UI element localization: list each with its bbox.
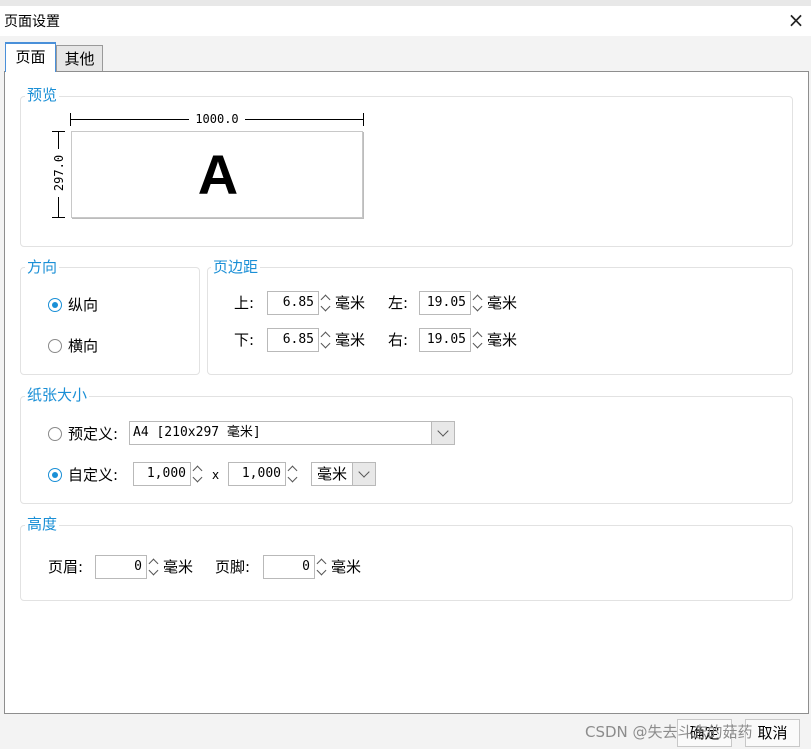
preview-sample-letter: A bbox=[197, 143, 239, 206]
margin-left-stepper[interactable] bbox=[471, 291, 485, 315]
margin-right-input[interactable]: 19.05 bbox=[419, 328, 471, 352]
margin-top-label: 上: bbox=[234, 294, 255, 312]
stepper-down-icon[interactable] bbox=[320, 301, 332, 314]
window-title: 页面设置 bbox=[4, 14, 60, 30]
footer-height-input[interactable]: 0 bbox=[263, 555, 315, 579]
width-dimension-tick-right bbox=[363, 113, 364, 126]
custom-unit-select[interactable]: 毫米 bbox=[311, 462, 353, 486]
custom-height-input[interactable]: 1,000 bbox=[228, 462, 286, 486]
title-bar: 页面设置 × bbox=[0, 6, 811, 36]
chevron-down-icon[interactable] bbox=[352, 462, 376, 486]
margin-bottom-value[interactable]: 6.85 bbox=[268, 329, 318, 351]
stepper-down-icon[interactable] bbox=[148, 565, 160, 578]
margins-group-title: 页边距 bbox=[211, 258, 261, 276]
margin-bottom-stepper[interactable] bbox=[319, 328, 333, 352]
predefined-paper-select[interactable]: A4 [210x297 毫米] bbox=[129, 421, 432, 445]
cancel-button[interactable]: 取消 bbox=[745, 719, 800, 747]
margins-group bbox=[207, 267, 793, 375]
paper-size-group-title: 纸张大小 bbox=[25, 386, 90, 404]
header-height-value[interactable]: 0 bbox=[96, 556, 146, 578]
footer-height-value[interactable]: 0 bbox=[264, 556, 314, 578]
header-height-stepper[interactable] bbox=[147, 555, 161, 579]
watermark: CSDN @失去斗志的菇药 bbox=[585, 723, 753, 741]
margin-left-input[interactable]: 19.05 bbox=[419, 291, 471, 315]
custom-height-value[interactable]: 1,000 bbox=[229, 463, 285, 485]
preview-page: A bbox=[71, 131, 363, 218]
close-icon[interactable]: × bbox=[786, 8, 806, 32]
footer-height-unit: 毫米 bbox=[331, 558, 362, 576]
landscape-radio[interactable] bbox=[48, 339, 62, 353]
stepper-down-icon[interactable] bbox=[472, 338, 484, 351]
custom-label[interactable]: 自定义: bbox=[68, 466, 118, 484]
tab-other[interactable]: 其他 bbox=[56, 45, 103, 73]
margin-bottom-unit: 毫米 bbox=[335, 331, 366, 349]
orientation-group-title: 方向 bbox=[25, 258, 60, 276]
margin-left-label: 左: bbox=[388, 294, 409, 312]
landscape-label[interactable]: 横向 bbox=[68, 337, 98, 355]
height-dimension-label: 297.0 bbox=[51, 149, 67, 197]
height-group-title: 高度 bbox=[25, 515, 60, 533]
stepper-down-icon[interactable] bbox=[320, 338, 332, 351]
stepper-down-icon[interactable] bbox=[316, 565, 328, 578]
predefined-label[interactable]: 预定义: bbox=[68, 425, 118, 443]
predefined-radio[interactable] bbox=[48, 427, 62, 441]
custom-width-value[interactable]: 1,000 bbox=[134, 463, 190, 485]
height-dimension-tick-bottom bbox=[52, 217, 65, 218]
custom-width-stepper[interactable] bbox=[191, 462, 205, 486]
portrait-radio[interactable] bbox=[48, 298, 62, 312]
paper-size-group bbox=[20, 396, 793, 504]
margin-right-stepper[interactable] bbox=[471, 328, 485, 352]
footer-height-stepper[interactable] bbox=[315, 555, 329, 579]
margin-top-unit: 毫米 bbox=[335, 294, 366, 312]
margin-right-unit: 毫米 bbox=[487, 331, 518, 349]
stepper-down-icon[interactable] bbox=[192, 472, 204, 485]
preview-group-title: 预览 bbox=[25, 86, 60, 104]
custom-times-sign: x bbox=[212, 468, 220, 482]
tab-page[interactable]: 页面 bbox=[5, 42, 56, 72]
margin-bottom-input[interactable]: 6.85 bbox=[267, 328, 319, 352]
margin-left-value[interactable]: 19.05 bbox=[420, 292, 470, 314]
custom-radio[interactable] bbox=[48, 468, 62, 482]
margin-top-value[interactable]: 6.85 bbox=[268, 292, 318, 314]
margin-right-label: 右: bbox=[388, 331, 409, 349]
stepper-down-icon[interactable] bbox=[472, 301, 484, 314]
footer-label: 页脚: bbox=[215, 558, 251, 576]
width-dimension-label: 1000.0 bbox=[189, 112, 245, 126]
stepper-down-icon[interactable] bbox=[287, 472, 299, 485]
chevron-down-icon[interactable] bbox=[431, 421, 455, 445]
margin-left-unit: 毫米 bbox=[487, 294, 518, 312]
margin-right-value[interactable]: 19.05 bbox=[420, 329, 470, 351]
margin-bottom-label: 下: bbox=[234, 331, 255, 349]
orientation-group bbox=[20, 267, 200, 375]
margin-top-input[interactable]: 6.85 bbox=[267, 291, 319, 315]
header-label: 页眉: bbox=[48, 558, 84, 576]
margin-top-stepper[interactable] bbox=[319, 291, 333, 315]
header-height-unit: 毫米 bbox=[163, 558, 194, 576]
header-height-input[interactable]: 0 bbox=[95, 555, 147, 579]
custom-height-stepper[interactable] bbox=[286, 462, 300, 486]
custom-width-input[interactable]: 1,000 bbox=[133, 462, 191, 486]
portrait-label[interactable]: 纵向 bbox=[68, 296, 98, 314]
